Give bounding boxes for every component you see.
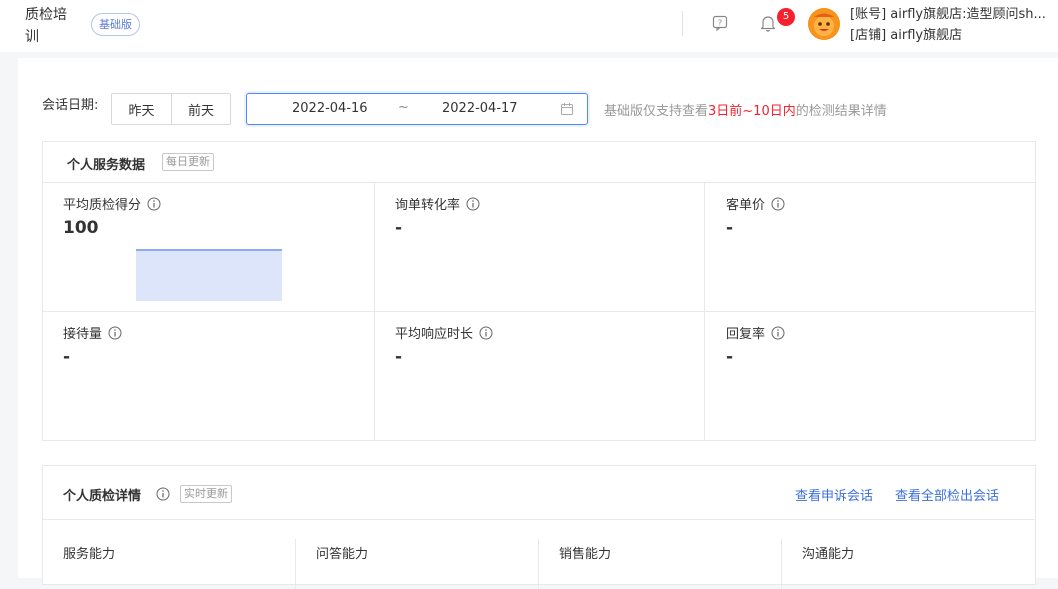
edition-hint: 基础版仅支持查看3日前~10日内的检测结果详情 xyxy=(604,104,887,119)
help-icon[interactable]: ? xyxy=(711,14,729,32)
detail-card-title: 个人质检详情 xyxy=(63,489,142,504)
score-sparkline xyxy=(136,249,282,301)
ability-service: 服务能力 xyxy=(63,547,116,562)
daily-update-tag: 每日更新 xyxy=(162,153,214,171)
info-icon[interactable] xyxy=(147,197,161,211)
calendar-icon[interactable] xyxy=(560,102,574,116)
column-divider xyxy=(295,539,296,589)
metric-avg-score-value: 100 xyxy=(63,218,99,238)
start-date[interactable]: 2022-04-16 xyxy=(292,101,368,116)
svg-text:?: ? xyxy=(718,19,722,28)
column-divider xyxy=(781,539,782,589)
avatar[interactable] xyxy=(808,8,840,40)
app-title: 质检培训 xyxy=(25,7,67,45)
metric-avg-score-label: 平均质检得分 xyxy=(63,194,161,213)
view-all-detected-sessions-link[interactable]: 查看全部检出会话 xyxy=(895,485,999,504)
metric-unit-price-label: 客单价 xyxy=(726,194,785,213)
column-divider xyxy=(374,182,375,440)
day-before-yesterday-button[interactable]: 前天 xyxy=(171,94,230,124)
ability-qa: 问答能力 xyxy=(316,547,369,562)
metric-unit-price-value: - xyxy=(726,218,734,238)
yesterday-button[interactable]: 昨天 xyxy=(112,94,171,124)
column-divider xyxy=(704,182,705,440)
ability-communication: 沟通能力 xyxy=(802,547,855,562)
top-bar: 质检培训 基础版 ? 5 [账号] airfly旗舰店:造型顾问sh... [店… xyxy=(0,0,1058,52)
account-line: [账号] airfly旗舰店:造型顾问sh... xyxy=(850,7,1046,22)
service-data-card: 个人服务数据 每日更新 平均质检得分 100 询单转化率 - 客单价 - 接待量… xyxy=(42,141,1036,441)
info-icon[interactable] xyxy=(156,487,170,501)
view-appeal-sessions-link[interactable]: 查看申诉会话 xyxy=(795,485,873,504)
ability-sales: 销售能力 xyxy=(559,547,612,562)
range-separator: ~ xyxy=(398,100,409,115)
service-card-title: 个人服务数据 xyxy=(67,158,146,173)
info-icon[interactable] xyxy=(771,326,785,340)
date-range-picker[interactable]: 2022-04-16 ~ 2022-04-17 xyxy=(246,93,588,125)
metric-reply-rate-value: - xyxy=(726,347,734,367)
info-icon[interactable] xyxy=(108,326,122,340)
info-icon[interactable] xyxy=(466,197,480,211)
realtime-update-tag: 实时更新 xyxy=(180,485,232,503)
bell-icon[interactable] xyxy=(759,13,777,33)
date-label: 会话日期: xyxy=(42,98,99,113)
notification-count-badge: 5 xyxy=(777,8,795,26)
info-icon[interactable] xyxy=(771,197,785,211)
header-divider xyxy=(682,11,683,36)
metric-conversion-label: 询单转化率 xyxy=(395,194,480,213)
row-divider xyxy=(43,311,1035,312)
metric-response-time-value: - xyxy=(395,347,403,367)
hint-highlight: 3日前~10日内 xyxy=(708,104,796,119)
metric-reception-value: - xyxy=(63,347,71,367)
account-info: [账号] airfly旗舰店:造型顾问sh... [店铺] airfly旗舰店 xyxy=(850,4,1058,46)
info-icon[interactable] xyxy=(479,326,493,340)
qc-detail-card: 个人质检详情 实时更新 查看申诉会话 查看全部检出会话 服务能力 问答能力 销售… xyxy=(42,465,1036,589)
metric-conversion-value: - xyxy=(395,218,403,238)
metric-reply-rate-label: 回复率 xyxy=(726,323,785,342)
card-divider xyxy=(43,182,1035,183)
shop-line: [店铺] airfly旗舰店 xyxy=(850,28,963,43)
quick-date-selector: 昨天 前天 xyxy=(111,93,231,125)
end-date[interactable]: 2022-04-17 xyxy=(442,101,518,116)
card-divider xyxy=(43,519,1035,520)
edition-badge: 基础版 xyxy=(91,13,140,36)
metric-reception-label: 接待量 xyxy=(63,323,122,342)
column-divider xyxy=(538,539,539,589)
metric-response-time-label: 平均响应时长 xyxy=(395,323,493,342)
